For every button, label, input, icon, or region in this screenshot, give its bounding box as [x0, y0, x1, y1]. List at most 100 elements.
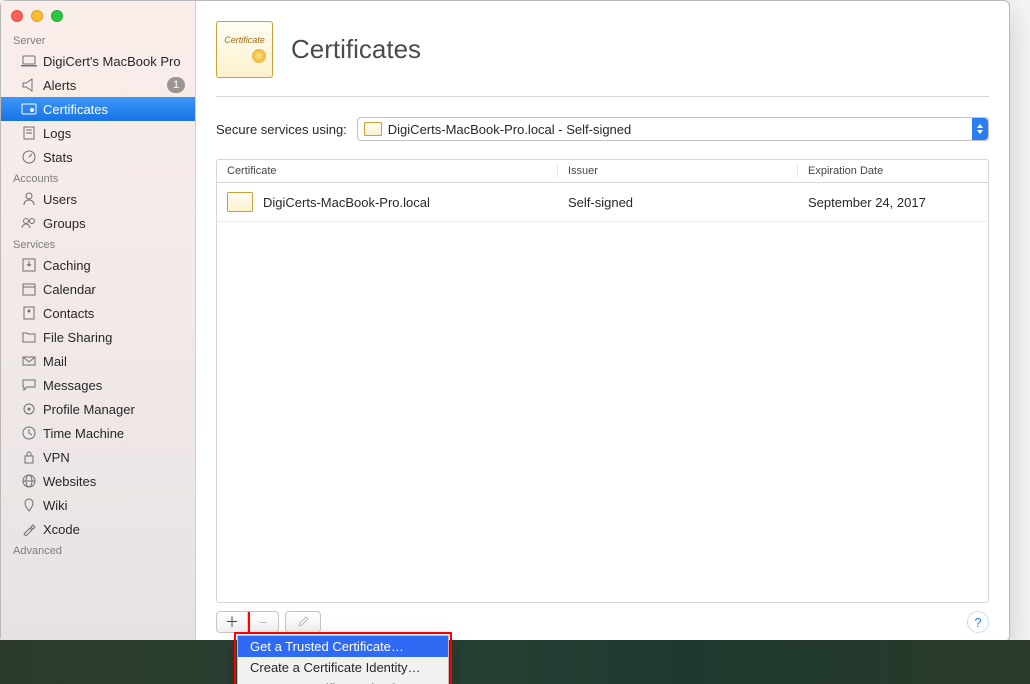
sidebar-item-label: Groups: [43, 216, 86, 231]
column-issuer[interactable]: Issuer: [558, 165, 798, 177]
calendar-icon: [21, 281, 37, 297]
sidebar-item-stats[interactable]: Stats: [1, 145, 195, 169]
certificates-table: Certificate Issuer Expiration Date DigiC…: [216, 159, 989, 603]
sidebar-item-label: Users: [43, 192, 77, 207]
server-app-window: Server DigiCert's MacBook Pro Alerts 1 C…: [0, 0, 1010, 642]
edit-button[interactable]: [285, 611, 321, 633]
sidebar-item-label: Wiki: [43, 498, 68, 513]
certificate-icon: Certificate: [216, 21, 273, 78]
sidebar-item-logs[interactable]: Logs: [1, 121, 195, 145]
certificate-icon: [364, 122, 382, 136]
zoom-window-button[interactable]: [51, 10, 63, 22]
sidebar-item-groups[interactable]: Groups: [1, 211, 195, 235]
page-title: Certificates: [291, 34, 421, 65]
chat-icon: [21, 377, 37, 393]
sidebar-item-machine[interactable]: DigiCert's MacBook Pro: [1, 49, 195, 73]
people-icon: [21, 215, 37, 231]
lock-icon: [21, 449, 37, 465]
hammer-icon: [21, 521, 37, 537]
sidebar-item-timemachine[interactable]: Time Machine: [1, 421, 195, 445]
gauge-icon: [21, 149, 37, 165]
table-toolbar: ＋ − ? Get a Trusted Certificate… Create …: [216, 611, 989, 633]
addressbook-icon: [21, 305, 37, 321]
globe-icon: [21, 473, 37, 489]
sidebar-item-label: Mail: [43, 354, 67, 369]
person-icon: [21, 191, 37, 207]
cell-expiration: September 24, 2017: [798, 195, 988, 210]
chevron-updown-icon: [972, 118, 988, 140]
folder-icon: [21, 329, 37, 345]
add-certificate-menu: Get a Trusted Certificate… Create a Cert…: [237, 635, 449, 684]
main-content: Certificate Certificates Secure services…: [196, 1, 1009, 641]
sidebar-item-xcode[interactable]: Xcode: [1, 517, 195, 541]
menu-get-trusted-certificate[interactable]: Get a Trusted Certificate…: [238, 636, 448, 657]
sidebar-item-certificates[interactable]: Certificates: [1, 97, 195, 121]
sidebar-item-label: Time Machine: [43, 426, 124, 441]
sidebar-item-label: Xcode: [43, 522, 80, 537]
mail-icon: [21, 353, 37, 369]
question-icon: ?: [974, 615, 981, 630]
sidebar-item-caching[interactable]: Caching: [1, 253, 195, 277]
sidebar-item-label: Messages: [43, 378, 102, 393]
secure-services-row: Secure services using: DigiCerts-MacBook…: [216, 117, 989, 141]
sidebar-item-alerts[interactable]: Alerts 1: [1, 73, 195, 97]
minimize-window-button[interactable]: [31, 10, 43, 22]
plus-icon: ＋: [225, 612, 239, 632]
sidebar-item-calendar[interactable]: Calendar: [1, 277, 195, 301]
pin-icon: [21, 497, 37, 513]
column-expiration[interactable]: Expiration Date: [798, 165, 988, 177]
sidebar-item-label: Calendar: [43, 282, 96, 297]
page-header: Certificate Certificates: [216, 21, 989, 97]
secure-services-dropdown[interactable]: DigiCerts-MacBook-Pro.local - Self-signe…: [357, 117, 989, 141]
alerts-badge: 1: [167, 77, 185, 93]
sidebar: Server DigiCert's MacBook Pro Alerts 1 C…: [1, 1, 196, 641]
dropdown-selected-value: DigiCerts-MacBook-Pro.local - Self-signe…: [388, 122, 631, 137]
clock-icon: [21, 425, 37, 441]
table-body: DigiCerts-MacBook-Pro.local Self-signed …: [217, 183, 988, 602]
sidebar-item-label: Caching: [43, 258, 91, 273]
help-button[interactable]: ?: [967, 611, 989, 633]
sidebar-item-users[interactable]: Users: [1, 187, 195, 211]
desktop-background: [0, 640, 1030, 684]
sidebar-item-label: VPN: [43, 450, 70, 465]
minus-icon: −: [259, 614, 267, 630]
table-row[interactable]: DigiCerts-MacBook-Pro.local Self-signed …: [217, 183, 988, 222]
gear-icon: [21, 401, 37, 417]
sidebar-item-profilemanager[interactable]: Profile Manager: [1, 397, 195, 421]
sidebar-item-label: DigiCert's MacBook Pro: [43, 54, 181, 69]
sidebar-item-label: Profile Manager: [43, 402, 135, 417]
remove-button[interactable]: −: [247, 612, 278, 632]
close-window-button[interactable]: [11, 10, 23, 22]
sidebar-item-label: Contacts: [43, 306, 94, 321]
secure-services-label: Secure services using:: [216, 122, 347, 137]
menu-import-certificate-identity[interactable]: Import a Certificate Identity…: [238, 678, 448, 684]
sidebar-item-contacts[interactable]: Contacts: [1, 301, 195, 325]
column-certificate[interactable]: Certificate: [217, 165, 558, 177]
certificate-icon: [227, 192, 253, 212]
sidebar-item-label: Websites: [43, 474, 96, 489]
sidebar-item-vpn[interactable]: VPN: [1, 445, 195, 469]
add-button[interactable]: ＋: [217, 612, 247, 632]
laptop-icon: [21, 53, 37, 69]
sidebar-item-messages[interactable]: Messages: [1, 373, 195, 397]
table-header: Certificate Issuer Expiration Date: [217, 160, 988, 183]
document-icon: [21, 125, 37, 141]
sidebar-item-label: File Sharing: [43, 330, 112, 345]
sidebar-item-label: Logs: [43, 126, 71, 141]
certificate-icon: [21, 101, 37, 117]
sidebar-section-accounts: Accounts: [1, 169, 195, 187]
menu-create-certificate-identity[interactable]: Create a Certificate Identity…: [238, 657, 448, 678]
sidebar-section-advanced: Advanced: [1, 541, 195, 559]
sidebar-item-filesharing[interactable]: File Sharing: [1, 325, 195, 349]
sidebar-section-server: Server: [1, 31, 195, 49]
sidebar-item-mail[interactable]: Mail: [1, 349, 195, 373]
sidebar-item-label: Alerts: [43, 78, 76, 93]
add-remove-group: ＋ −: [216, 611, 279, 633]
megaphone-icon: [21, 77, 37, 93]
cell-issuer: Self-signed: [558, 195, 798, 210]
sidebar-item-wiki[interactable]: Wiki: [1, 493, 195, 517]
download-icon: [21, 257, 37, 273]
sidebar-item-websites[interactable]: Websites: [1, 469, 195, 493]
sidebar-section-services: Services: [1, 235, 195, 253]
cell-certificate-name: DigiCerts-MacBook-Pro.local: [263, 195, 430, 210]
